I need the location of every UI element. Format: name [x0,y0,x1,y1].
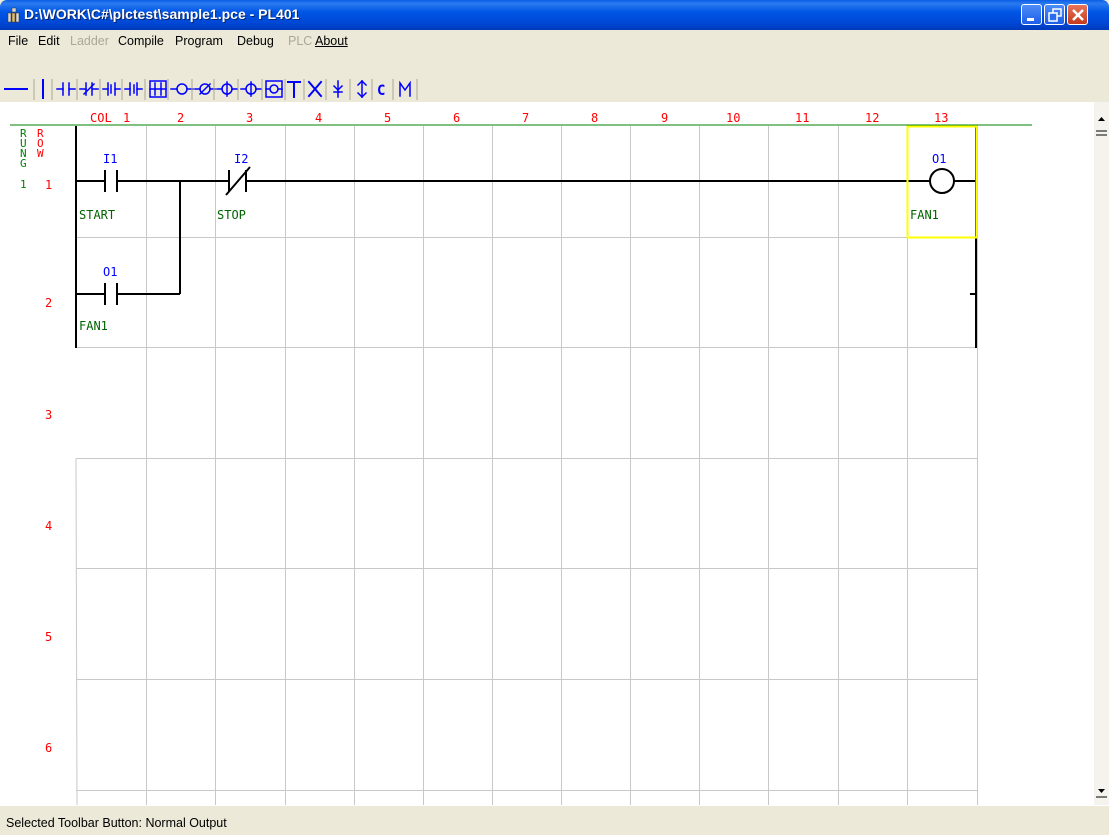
restore-icon [1048,8,1062,22]
menu-bar: File Edit Ladder Compile Program Debug P… [0,30,1109,52]
menu-file[interactable]: File [8,34,28,48]
row-number-6: 6 [45,741,52,755]
contact-o1-address: O1 [103,265,117,279]
contact-i1-label: START [79,208,115,222]
row-number-4: 4 [45,519,52,533]
toolbar: C M [0,52,1109,102]
col-header-1: 1 [123,111,130,125]
status-bar: Selected Toolbar Button: Normal Output [0,805,1109,835]
minimize-button[interactable] [1021,4,1042,25]
app-icon [7,7,20,23]
close-button[interactable] [1067,4,1088,25]
contact-o1-label: FAN1 [79,319,108,333]
col-header-label: COL [90,111,112,125]
scrollbar-graphics [1094,102,1109,805]
col-header-10: 10 [726,111,740,125]
grid-lines [75,126,978,805]
col-header-3: 3 [246,111,253,125]
contact-o1[interactable] [76,283,180,305]
menu-debug[interactable]: Debug [237,34,274,48]
restore-button[interactable] [1044,4,1065,25]
rung-letter-g: G [20,157,27,170]
menu-edit[interactable]: Edit [38,34,60,48]
menu-about[interactable]: About [315,34,348,48]
rung-number: 1 [20,178,27,191]
contact-i1[interactable] [76,170,228,192]
status-text: Selected Toolbar Button: Normal Output [6,816,227,830]
window-title: D:\WORK\C#\plctest\sample1.pce - PL401 [24,6,300,22]
row-number-1: 1 [45,178,52,192]
ladder-grid[interactable]: COL 1 2 3 4 5 6 7 8 9 10 11 12 13 R U N … [0,102,1094,805]
col-header-12: 12 [865,111,879,125]
contact-i2[interactable] [225,166,930,196]
menu-ladder[interactable]: Ladder [70,34,109,48]
row-number-2: 2 [45,296,52,310]
col-header-6: 6 [453,111,460,125]
col-header-8: 8 [591,111,598,125]
col-header-4: 4 [315,111,322,125]
close-icon [1072,9,1084,21]
col-header-11: 11 [795,111,809,125]
horizontal-line-button[interactable] [2,78,30,100]
menu-program[interactable]: Program [175,34,223,48]
contact-i2-address: I2 [234,152,248,166]
menu-plc[interactable]: PLC [288,34,312,48]
col-header-13: 13 [934,111,948,125]
col-header-9: 9 [661,111,668,125]
counter-button[interactable]: C [377,83,385,99]
row-number-5: 5 [45,630,52,644]
coil-o1-address: O1 [932,152,946,166]
vertical-scrollbar[interactable] [1094,102,1109,805]
contact-i2-label: STOP [217,208,246,222]
ladder-canvas[interactable]: COL 1 2 3 4 5 6 7 8 9 10 11 12 13 R U N … [0,102,1094,805]
col-header-7: 7 [522,111,529,125]
row-number-3: 3 [45,408,52,422]
row-letter-w: W [37,147,44,160]
contact-i1-address: I1 [103,152,117,166]
coil-o1[interactable] [929,168,976,194]
menu-compile[interactable]: Compile [118,34,164,48]
minimize-icon [1027,18,1034,21]
coil-o1-label: FAN1 [910,208,939,222]
col-header-5: 5 [384,111,391,125]
title-bar[interactable]: D:\WORK\C#\plctest\sample1.pce - PL401 [0,0,1109,30]
col-header-2: 2 [177,111,184,125]
